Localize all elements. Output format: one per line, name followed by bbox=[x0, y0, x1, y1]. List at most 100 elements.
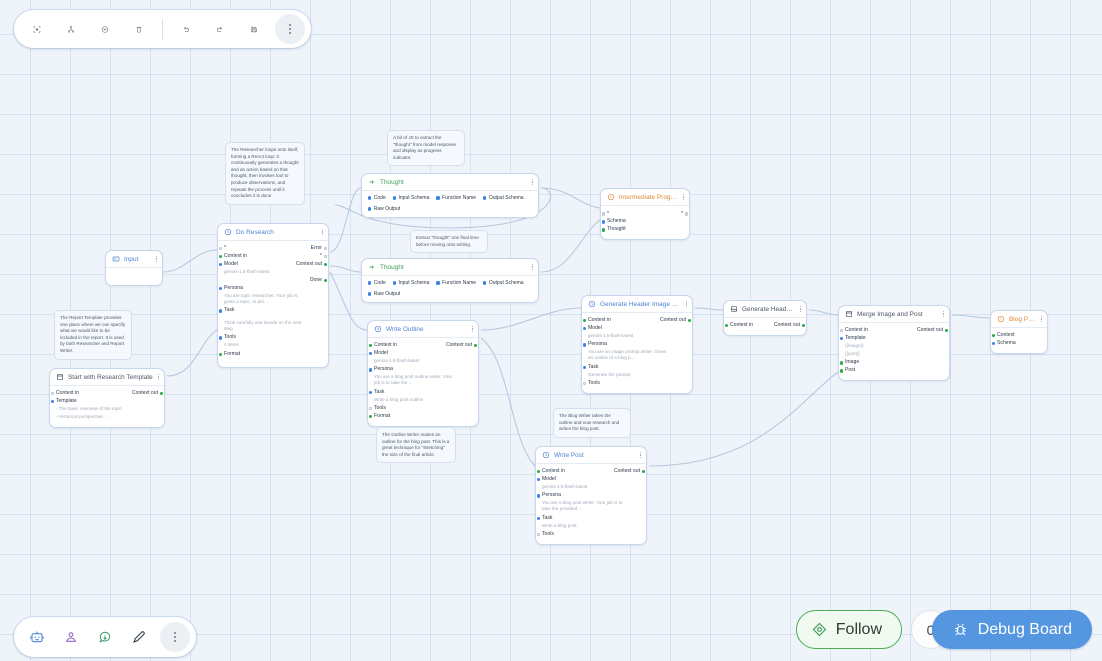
port-row[interactable]: Context in Context out bbox=[839, 327, 949, 334]
node-header[interactable]: Write Post bbox=[536, 447, 646, 464]
port-dot-out[interactable] bbox=[324, 247, 328, 251]
node-start-with-research-template[interactable]: Start with Research Template Context in Co… bbox=[49, 368, 165, 429]
save-button[interactable] bbox=[239, 14, 269, 44]
port-row[interactable]: Persona bbox=[536, 492, 640, 499]
port-dot-out[interactable] bbox=[642, 470, 646, 474]
port-dot-out[interactable] bbox=[324, 254, 328, 259]
port-row[interactable]: * Error bbox=[218, 245, 328, 252]
node-menu-button[interactable] bbox=[685, 300, 687, 308]
port-dot-out[interactable] bbox=[685, 212, 689, 216]
port-dot-in[interactable] bbox=[368, 368, 372, 372]
node-header[interactable]: Generate Header Image bbox=[724, 301, 806, 318]
bottom-overflow-menu-button[interactable] bbox=[160, 622, 190, 652]
node-header[interactable]: Thought bbox=[362, 259, 538, 276]
comment-js-thought[interactable]: A bit of JS to extract the "thought" fro… bbox=[387, 130, 465, 167]
node-menu-button[interactable] bbox=[157, 373, 159, 381]
port-row[interactable]: Context in Context out bbox=[582, 317, 692, 324]
node-menu-button[interactable] bbox=[531, 263, 533, 271]
node-merge-image-and-post[interactable]: Merge Image and Post Context in Context ou… bbox=[838, 305, 950, 382]
port-dot-in[interactable] bbox=[218, 352, 222, 357]
bottom-toolbar[interactable] bbox=[14, 617, 196, 657]
node-header[interactable]: Merge Image and Post bbox=[839, 306, 949, 323]
graph-tool-button[interactable] bbox=[56, 14, 86, 44]
port-dot-in[interactable] bbox=[218, 286, 222, 291]
port-row[interactable]: Persona bbox=[582, 341, 686, 348]
port-row[interactable]: Task bbox=[582, 364, 686, 371]
node-input[interactable]: Input bbox=[105, 250, 163, 286]
node-menu-button[interactable] bbox=[531, 178, 533, 186]
comment-final-thought[interactable]: Extract "thought" one final time before … bbox=[410, 230, 488, 254]
port-dot-in[interactable] bbox=[368, 344, 372, 348]
add-node-button[interactable] bbox=[90, 14, 120, 44]
port-input-schema[interactable]: Input Schema bbox=[392, 195, 429, 201]
node-header[interactable]: Thought bbox=[362, 174, 538, 191]
port-output-schema[interactable]: Output Schema bbox=[483, 195, 524, 201]
undo-button[interactable] bbox=[171, 14, 201, 44]
node-header[interactable]: Input bbox=[106, 251, 162, 268]
port-dot-in[interactable] bbox=[536, 516, 540, 520]
agent-tool-button[interactable] bbox=[22, 622, 52, 652]
port-dot-in[interactable] bbox=[839, 361, 843, 365]
port-dot-out[interactable] bbox=[802, 324, 806, 328]
port-dot-out[interactable] bbox=[160, 392, 164, 396]
port-dot-in[interactable] bbox=[582, 365, 586, 369]
port-dot-in[interactable] bbox=[536, 532, 540, 537]
port-row[interactable]: Tools bbox=[582, 380, 686, 387]
port-row[interactable]: Format bbox=[368, 413, 472, 420]
port-dot-in[interactable] bbox=[536, 494, 540, 498]
port-dot-in[interactable] bbox=[368, 351, 372, 356]
port-dot-in[interactable] bbox=[839, 369, 843, 373]
node-header[interactable]: Do Research bbox=[218, 224, 328, 241]
node-menu-button[interactable] bbox=[942, 310, 944, 318]
delete-node-button[interactable] bbox=[124, 14, 154, 44]
port-output-schema[interactable]: Output Schema bbox=[483, 280, 524, 286]
port-dot-in[interactable] bbox=[601, 228, 605, 232]
node-menu-button[interactable] bbox=[799, 305, 801, 313]
node-menu-button[interactable] bbox=[682, 193, 684, 201]
port-row[interactable]: Task bbox=[368, 389, 472, 396]
board-canvas[interactable]: Follow 0 Debug Board Input Start with Res… bbox=[0, 0, 1102, 661]
port-dot-in[interactable] bbox=[368, 414, 372, 419]
port-function-name[interactable]: Function Name bbox=[436, 280, 476, 286]
port-dot-in[interactable] bbox=[991, 334, 995, 338]
port-row[interactable]: Context in Context out bbox=[368, 342, 478, 349]
port-dot-in[interactable] bbox=[218, 262, 222, 267]
port-dot-in[interactable] bbox=[368, 406, 372, 411]
comment-react-loop[interactable]: The Researcher loops onto itself, formin… bbox=[225, 142, 305, 205]
follow-button[interactable]: Follow bbox=[795, 610, 902, 649]
loop-tool-button[interactable] bbox=[90, 622, 120, 652]
port-input-schema[interactable]: Input Schema bbox=[392, 280, 429, 286]
node-thought-final[interactable]: Thought Code Input Schema Function Name Outp… bbox=[361, 258, 539, 303]
port-dot-in[interactable] bbox=[50, 392, 54, 396]
port-row[interactable]: Task bbox=[536, 515, 640, 522]
port-row[interactable]: Task bbox=[218, 307, 322, 314]
port-row[interactable]: Model bbox=[582, 325, 686, 332]
port-dot-in[interactable] bbox=[50, 399, 54, 404]
port-row[interactable]: Context in Context out bbox=[536, 468, 646, 475]
redo-button[interactable] bbox=[205, 14, 235, 44]
port-dot-out[interactable] bbox=[945, 329, 949, 333]
port-row[interactable]: Context in Context out bbox=[50, 390, 164, 397]
node-write-post[interactable]: Write Post Context in Context out Model gemi… bbox=[535, 446, 647, 545]
port-row[interactable]: Schema bbox=[601, 218, 683, 225]
human-tool-button[interactable] bbox=[56, 622, 86, 652]
annotate-tool-button[interactable] bbox=[124, 622, 154, 652]
comment-report-template[interactable]: The Report Template provides one place w… bbox=[54, 310, 132, 360]
port-row[interactable]: Post bbox=[839, 367, 943, 374]
port-dot-in[interactable] bbox=[218, 309, 222, 313]
port-row[interactable]: Template bbox=[839, 335, 943, 342]
top-toolbar[interactable] bbox=[14, 10, 311, 48]
port-row[interactable]: Model bbox=[368, 350, 472, 357]
port-dot-in[interactable] bbox=[582, 381, 586, 386]
port-row[interactable]: Schema bbox=[991, 340, 1041, 347]
port-dot-in[interactable] bbox=[724, 324, 728, 328]
port-row[interactable]: Template bbox=[50, 398, 158, 405]
port-row[interactable]: Context in Context out bbox=[724, 322, 806, 329]
node-menu-button[interactable] bbox=[321, 228, 323, 236]
comment-blog-writer[interactable]: The Blog Writer takes the outline and no… bbox=[553, 408, 631, 438]
port-row[interactable]: Persona bbox=[218, 285, 322, 292]
node-write-outline[interactable]: Write Outline Context in Context out Model g… bbox=[367, 320, 479, 427]
node-header[interactable]: Generate Header Image Prompt bbox=[582, 296, 692, 313]
port-raw-output[interactable]: Raw Output bbox=[368, 206, 400, 212]
node-menu-button[interactable] bbox=[639, 451, 641, 459]
